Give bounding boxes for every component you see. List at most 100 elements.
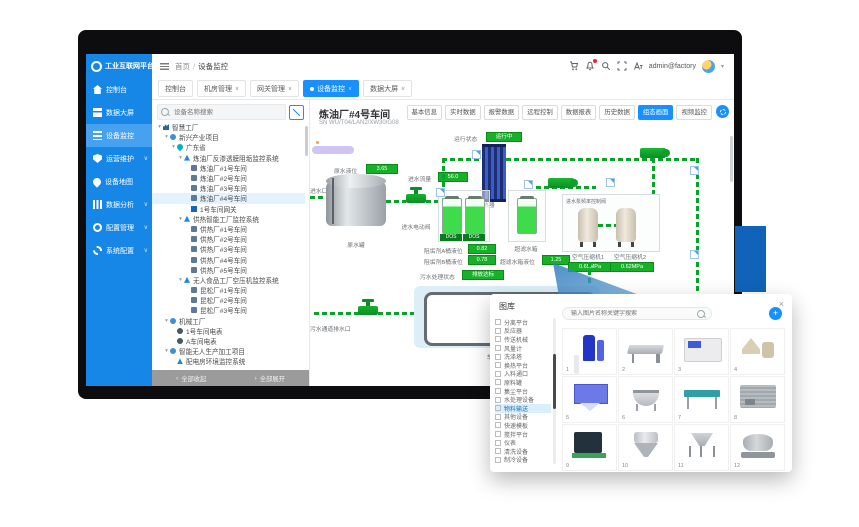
- expander-icon[interactable]: ▾: [163, 134, 170, 140]
- tree-search-input[interactable]: [172, 108, 282, 117]
- library-item[interactable]: 8: [730, 376, 785, 423]
- avatar[interactable]: [702, 60, 715, 73]
- checkbox-icon[interactable]: [495, 405, 501, 411]
- library-item[interactable]: 5: [562, 376, 617, 423]
- sidebar-item[interactable]: 数据大屏: [86, 101, 152, 124]
- cart-icon[interactable]: [569, 61, 579, 71]
- category-item[interactable]: 入料通口: [495, 370, 551, 379]
- bell-icon[interactable]: [585, 61, 595, 71]
- expander-icon[interactable]: ▾: [177, 155, 184, 161]
- tree-item[interactable]: 炼油厂#1号车间: [152, 163, 305, 173]
- library-item[interactable]: 11: [674, 424, 729, 471]
- tree-item[interactable]: ▾ 新兴产业项目: [152, 132, 305, 142]
- category-item[interactable]: 清洗设备: [495, 447, 551, 456]
- tree-item[interactable]: 供热厂#5号车间: [152, 265, 305, 275]
- category-item[interactable]: 快速模板: [495, 421, 551, 430]
- tree-footer-button[interactable]: ‹ 全部收起: [152, 370, 231, 386]
- category-item[interactable]: 换热平台: [495, 361, 551, 370]
- tree-item[interactable]: 炼油厂#2号车间: [152, 173, 305, 183]
- upload-button[interactable]: +: [769, 307, 782, 320]
- font-size-icon[interactable]: [633, 61, 643, 71]
- tree-item[interactable]: 配电房环境监控系统: [152, 356, 305, 366]
- tree-item[interactable]: 供热厂#4号车间: [152, 254, 305, 264]
- library-item[interactable]: 9: [562, 424, 617, 471]
- tree-item[interactable]: ▾ 无人食品工厂空压机监控系统: [152, 275, 305, 285]
- search-icon[interactable]: [601, 61, 611, 71]
- tree-item[interactable]: 昆松厂#2号车间: [152, 295, 305, 305]
- action-button[interactable]: 远程控制: [522, 105, 558, 120]
- category-item[interactable]: 原料罐: [495, 378, 551, 387]
- checkbox-icon[interactable]: [495, 431, 501, 437]
- checkbox-icon[interactable]: [495, 379, 501, 385]
- tab-item[interactable]: 控制台: [158, 80, 193, 97]
- category-item[interactable]: 物料输送: [495, 404, 551, 413]
- tree-item[interactable]: 1号车间网关: [152, 204, 305, 214]
- library-item[interactable]: 3: [674, 328, 729, 375]
- checkbox-icon[interactable]: [495, 440, 501, 446]
- category-item[interactable]: 仪表: [495, 438, 551, 447]
- action-button[interactable]: 历史数据: [599, 105, 635, 120]
- tree-footer-button[interactable]: › 全部展开: [231, 370, 310, 386]
- tree-item[interactable]: 炼油厂#4号车间: [152, 193, 305, 203]
- breadcrumb-home[interactable]: 首页: [175, 61, 190, 72]
- action-button[interactable]: 数据报表: [561, 105, 597, 120]
- action-button[interactable]: 基本信息: [407, 105, 443, 120]
- username[interactable]: admin@factory: [649, 63, 696, 70]
- category-item[interactable]: 反应器: [495, 327, 551, 336]
- library-item[interactable]: 1: [562, 328, 617, 375]
- expander-icon[interactable]: ▾: [163, 318, 170, 324]
- expander-icon[interactable]: ▾: [177, 277, 184, 283]
- checkbox-icon[interactable]: [495, 336, 501, 342]
- tree-item[interactable]: ▾ 广东省: [152, 142, 305, 152]
- library-item[interactable]: 7: [674, 376, 729, 423]
- tree-item[interactable]: ▾ 智能无人生产加工项目: [152, 346, 305, 356]
- expander-icon[interactable]: ▾: [163, 348, 170, 354]
- category-scrollbar[interactable]: [553, 354, 556, 409]
- action-button[interactable]: 视频监控: [676, 105, 712, 120]
- category-item[interactable]: 制冷设备: [495, 456, 551, 465]
- tree-item[interactable]: 昆松厂#1号车间: [152, 285, 305, 295]
- checkbox-icon[interactable]: [495, 354, 501, 360]
- sidebar-item[interactable]: 设备地图: [86, 170, 152, 193]
- tab-item[interactable]: 网关管理 ∨: [250, 80, 299, 97]
- tree-item[interactable]: ▾ 供热智能工厂监控系统: [152, 214, 305, 224]
- library-item[interactable]: 10: [618, 424, 673, 471]
- checkbox-icon[interactable]: [495, 388, 501, 394]
- checkbox-icon[interactable]: [495, 457, 501, 463]
- category-item[interactable]: 搅拌平台: [495, 430, 551, 439]
- library-item[interactable]: 6: [618, 376, 673, 423]
- checkbox-icon[interactable]: [495, 448, 501, 454]
- tree-item[interactable]: 昆松厂#3号车间: [152, 305, 305, 315]
- tree-item[interactable]: ▾ 炼油厂反渗透膜阻垢监控系统: [152, 153, 305, 163]
- expander-icon[interactable]: ▾: [156, 124, 163, 130]
- category-item[interactable]: 分离平台: [495, 318, 551, 327]
- action-button[interactable]: 组态画面: [638, 105, 674, 120]
- tab-item[interactable]: 数据大屏 ∨: [363, 80, 412, 97]
- checkbox-icon[interactable]: [495, 422, 501, 428]
- collapse-menu-icon[interactable]: [160, 63, 169, 70]
- edit-icon[interactable]: [289, 105, 304, 120]
- tree-item[interactable]: 供热厂#2号车间: [152, 234, 305, 244]
- checkbox-icon[interactable]: [495, 397, 501, 403]
- tree-item[interactable]: 供热厂#3号车间: [152, 244, 305, 254]
- action-button[interactable]: 报警数据: [484, 105, 520, 120]
- sidebar-item[interactable]: 配置管理 ∨: [86, 216, 152, 239]
- sidebar-item[interactable]: 设备监控: [86, 124, 152, 147]
- checkbox-icon[interactable]: [495, 328, 501, 334]
- sidebar-item[interactable]: 系统配置 ∨: [86, 239, 152, 262]
- category-item[interactable]: 传送机械: [495, 335, 551, 344]
- checkbox-icon[interactable]: [495, 319, 501, 325]
- category-item[interactable]: 风量计: [495, 344, 551, 353]
- library-item[interactable]: 2: [618, 328, 673, 375]
- library-item[interactable]: 4: [730, 328, 785, 375]
- settings-float-button[interactable]: [716, 105, 729, 118]
- tree-item[interactable]: 1号车间电表: [152, 326, 305, 336]
- tree-item[interactable]: ▾ 机械工厂: [152, 316, 305, 326]
- category-item[interactable]: 洗涤塔: [495, 352, 551, 361]
- tree-item[interactable]: 炼油厂#3号车间: [152, 183, 305, 193]
- category-item[interactable]: 其他设备: [495, 413, 551, 422]
- checkbox-icon[interactable]: [495, 345, 501, 351]
- category-item[interactable]: 水处理设备: [495, 395, 551, 404]
- sidebar-item[interactable]: 控制台: [86, 78, 152, 101]
- tree-item[interactable]: A车间电表: [152, 336, 305, 346]
